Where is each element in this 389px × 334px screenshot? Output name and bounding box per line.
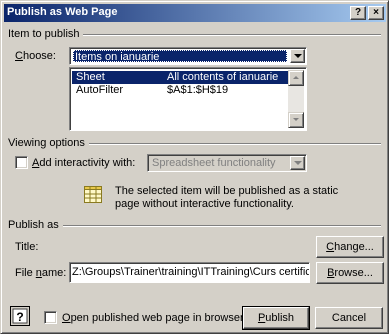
help-icon[interactable]: ? [10, 306, 30, 326]
title-label: Title: [15, 241, 39, 253]
close-button[interactable]: × [368, 6, 384, 20]
choose-label-rest: hoose: [22, 50, 56, 62]
list-item-name: AutoFilter [76, 84, 124, 96]
list-item-desc: All contents of ianuarie [167, 71, 279, 83]
title-bar[interactable]: Publish as Web Page ? × [4, 4, 386, 22]
choose-dropdown[interactable]: Items on ianuarie [69, 47, 307, 65]
publish-as-heading: Publish as [8, 219, 59, 231]
interactivity-dropdown[interactable]: Spreadsheet functionality [147, 154, 307, 172]
chevron-down-icon[interactable] [290, 49, 305, 63]
choose-selected-value: Items on ianuarie [73, 50, 287, 63]
scroll-up-icon[interactable] [288, 70, 304, 86]
help-title-button[interactable]: ? [350, 6, 366, 20]
publish-button[interactable]: Publish [242, 306, 310, 330]
interactivity-value: Spreadsheet functionality [152, 157, 276, 169]
section-divider [83, 34, 381, 36]
choose-label: Choose: [15, 50, 56, 62]
open-browser-checkbox[interactable] [44, 311, 57, 324]
section-divider [63, 225, 381, 227]
list-item[interactable]: Sheet All contents of ianuarie [72, 71, 288, 84]
filename-input[interactable]: Z:\Groups\Trainer\training\ITTraining\Cu… [69, 262, 310, 283]
info-text-line2: page without interactive functionality. [115, 198, 294, 210]
info-text: The selected item will be published as a… [115, 185, 338, 211]
interactivity-checkbox[interactable] [15, 156, 28, 169]
list-item[interactable]: AutoFilter $A$1:$H$19 [72, 84, 288, 97]
info-text-line1: The selected item will be published as a… [115, 185, 339, 197]
dialog-title: Publish as Web Page [7, 6, 118, 18]
cancel-button[interactable]: Cancel [315, 307, 383, 329]
filename-value: Z:\Groups\Trainer\training\ITTraining\Cu… [72, 266, 310, 278]
change-button[interactable]: Change... [316, 236, 384, 258]
item-to-publish-heading: Item to publish [8, 28, 80, 40]
list-item-name: Sheet [76, 71, 105, 83]
svg-text:?: ? [16, 310, 23, 324]
interactivity-label: Add interactivity with: [32, 157, 136, 169]
section-divider [89, 143, 381, 145]
viewing-options-heading: Viewing options [8, 137, 85, 149]
list-scrollbar[interactable] [288, 70, 304, 128]
spreadsheet-icon [84, 186, 102, 203]
browse-button[interactable]: Browse... [316, 262, 384, 284]
item-listbox[interactable]: Sheet All contents of ianuarie AutoFilte… [69, 67, 307, 131]
open-browser-label: Open published web page in browser [62, 312, 244, 324]
publish-dialog: Publish as Web Page ? × Item to publish … [0, 0, 389, 334]
scroll-down-icon[interactable] [288, 112, 304, 128]
filename-label: File name: [15, 267, 67, 279]
list-item-desc: $A$1:$H$19 [167, 84, 229, 96]
chevron-down-icon[interactable] [290, 156, 305, 170]
